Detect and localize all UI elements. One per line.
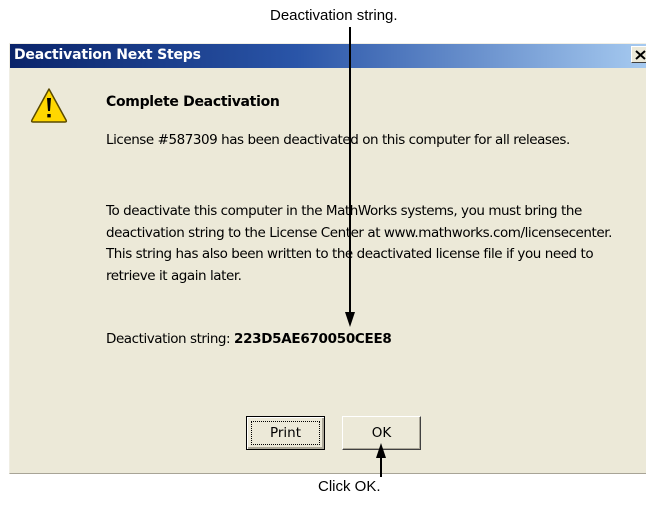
click-ok-callout: Click OK. <box>318 478 381 495</box>
instructions-text: To deactivate this computer in the MathW… <box>106 203 612 284</box>
warning-icon <box>30 88 68 123</box>
deactivation-dialog: Deactivation Next Steps Complete Deactiv… <box>9 43 646 474</box>
close-icon <box>635 50 646 60</box>
deactivation-string-value: 223D5AE670050CEE8 <box>234 331 392 347</box>
focus-rectangle <box>251 421 320 445</box>
print-button[interactable]: Print <box>246 416 325 450</box>
dialog-heading: Complete Deactivation <box>106 94 280 110</box>
dialog-titlebar[interactable]: Deactivation Next Steps <box>10 44 646 68</box>
ok-button-label: OK <box>371 425 392 441</box>
deactivation-string-callout: Deactivation string. <box>270 7 398 24</box>
dialog-title: Deactivation Next Steps <box>14 47 201 63</box>
close-button[interactable] <box>631 46 646 63</box>
ok-button[interactable]: OK <box>342 416 421 450</box>
deactivation-string-row: Deactivation string: 223D5AE670050CEE8 <box>106 329 631 351</box>
deactivation-confirmation-text: License #587309 has been deactivated on … <box>106 132 570 148</box>
deactivation-string-label: Deactivation string: <box>106 331 234 347</box>
